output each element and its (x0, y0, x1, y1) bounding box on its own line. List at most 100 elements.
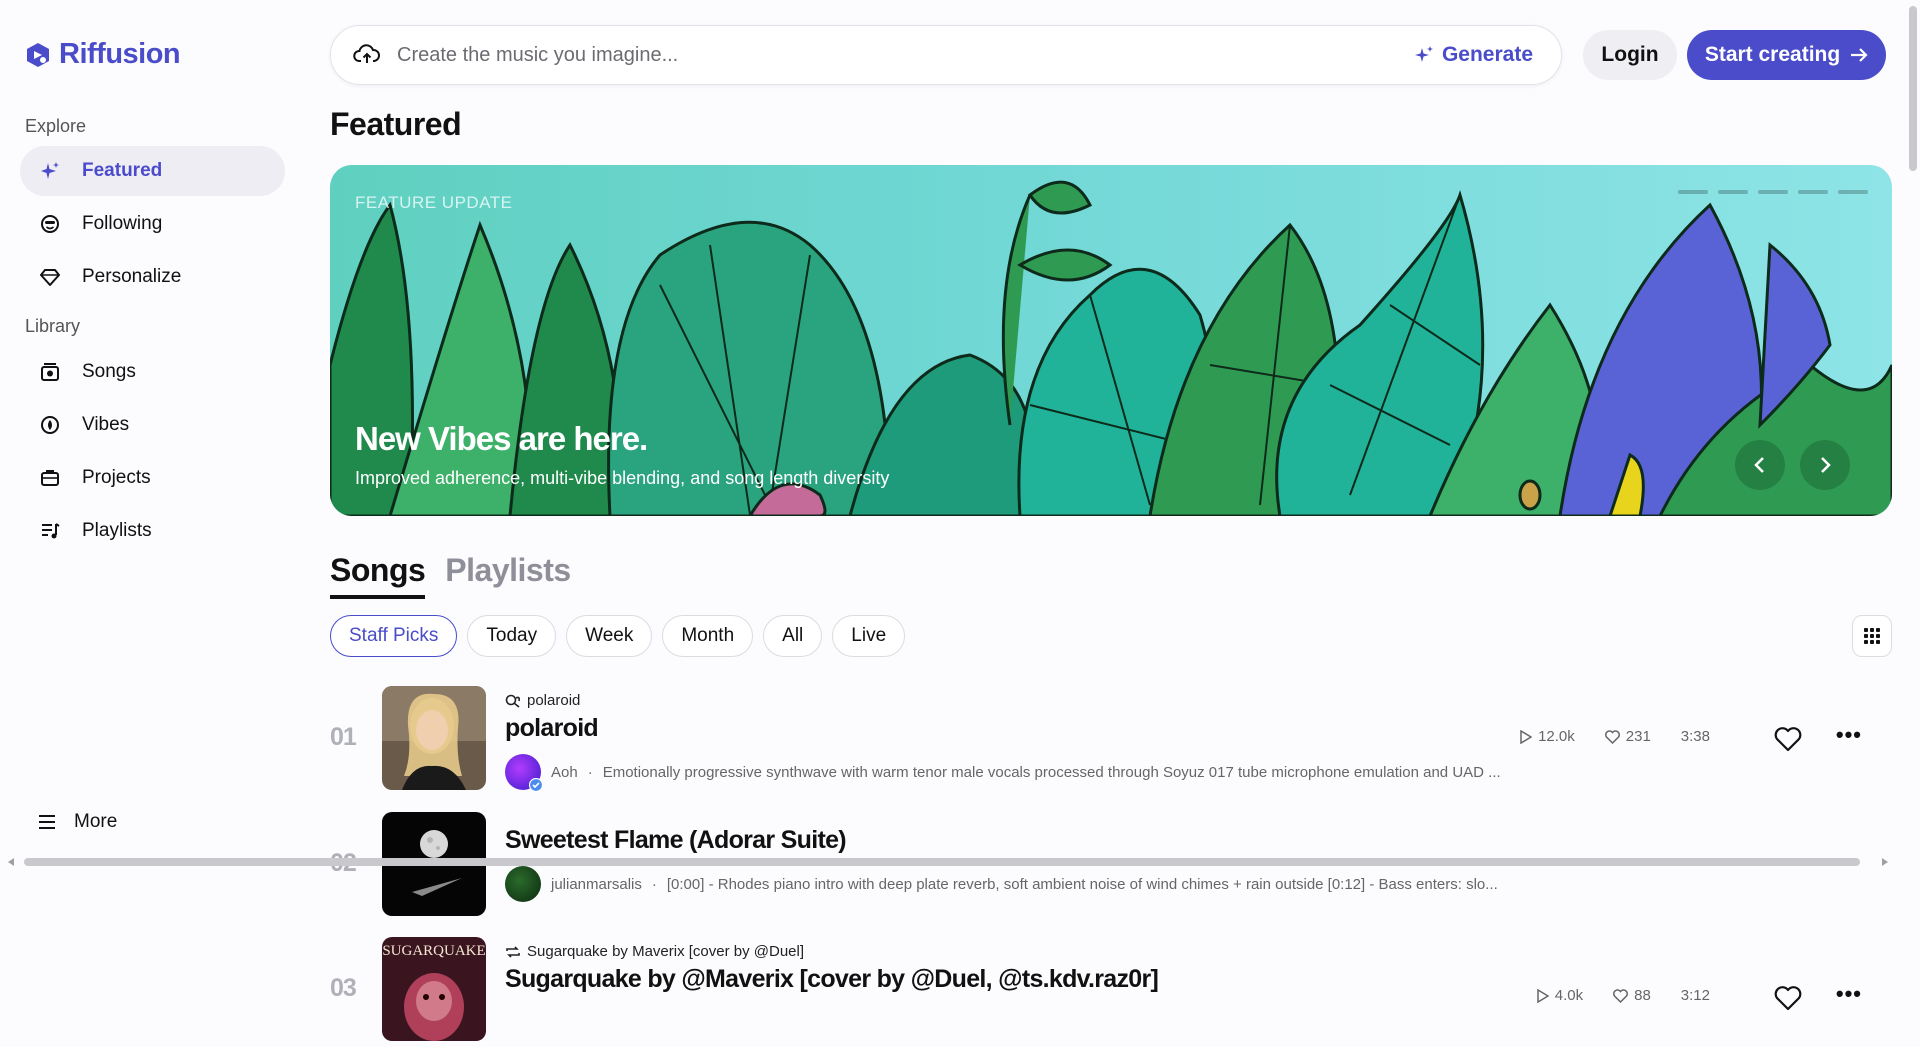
prompt-input[interactable] (395, 42, 1414, 68)
explore-label: Explore (25, 116, 87, 136)
artist-name[interactable]: julianmarsalis (551, 876, 642, 893)
sidebar-item-following[interactable]: Following (20, 199, 285, 249)
vertical-scrollbar[interactable] (1905, 0, 1920, 1000)
verified-badge-icon (529, 778, 543, 792)
tab-songs[interactable]: Songs (330, 552, 426, 599)
sidebar-item-label: Projects (82, 467, 151, 488)
more-options-icon[interactable]: ••• (1836, 722, 1862, 748)
song-title[interactable]: Sugarquake by @Maverix [cover by @Duel, … (505, 965, 1159, 994)
carousel-dot[interactable] (1718, 190, 1748, 194)
sidebar-item-label: Personalize (82, 266, 182, 287)
song-byline: Aoh · Emotionally progressive synthwave w… (505, 754, 1501, 792)
sidebar-item-label: Vibes (82, 414, 130, 435)
song-cover[interactable] (382, 686, 486, 790)
banner-title: New Vibes are here. (355, 420, 648, 457)
sidebar-item-label: Songs (82, 361, 136, 382)
remix-icon (505, 694, 520, 708)
like-button-heart-icon[interactable] (1774, 985, 1802, 1011)
sidebar: Riffusion Explore Featured Following Per… (0, 0, 310, 1000)
song-row[interactable]: 01 polaroid polaroid Aoh · Emotionally pr… (330, 686, 1890, 796)
song-stats: 12.0k 231 3:38 (1520, 728, 1710, 745)
carousel-next-button[interactable] (1800, 440, 1850, 490)
song-description: Emotionally progressive synthwave with w… (602, 763, 1501, 781)
filter-today[interactable]: Today (467, 615, 557, 657)
sidebar-item-label: Featured (82, 160, 163, 181)
grid-view-button[interactable] (1852, 615, 1892, 657)
song-rank: 03 (330, 974, 357, 1002)
horizontal-scrollbar[interactable] (0, 855, 1905, 869)
library-label: Library (25, 316, 81, 336)
smiley-icon (40, 214, 60, 234)
repost-icon (506, 945, 520, 958)
banner-illustration (330, 180, 1892, 516)
song-source[interactable]: Sugarquake by Maverix [cover by @Duel] (505, 943, 804, 960)
like-button-heart-icon[interactable] (1774, 726, 1802, 752)
cover-text: SUGARQUAKE (382, 943, 486, 959)
riffusion-logo-icon (27, 42, 49, 67)
disc-stack-icon (40, 362, 60, 382)
song-title[interactable]: Sweetest Flame (Adorar Suite) (505, 826, 847, 855)
folder-icon (40, 468, 60, 488)
content-tabs: Songs Playlists (330, 552, 571, 599)
sidebar-item-playlists[interactable]: Playlists (20, 506, 285, 556)
carousel-dot[interactable] (1678, 190, 1708, 194)
gem-icon (40, 267, 60, 287)
song-title[interactable]: polaroid (505, 714, 599, 743)
more-options-icon[interactable]: ••• (1836, 981, 1862, 1007)
play-icon (1520, 729, 1533, 744)
song-source[interactable]: polaroid (505, 692, 580, 709)
scrollbar-thumb[interactable] (24, 858, 1860, 866)
filter-live[interactable]: Live (832, 615, 906, 657)
song-row[interactable]: 03 SUGARQUAKE Sugarquake by Maverix [cov… (330, 937, 1890, 1047)
tab-playlists[interactable]: Playlists (445, 552, 571, 599)
chevron-left-icon (1754, 457, 1764, 473)
filter-month[interactable]: Month (662, 615, 754, 657)
artist-avatar[interactable] (505, 866, 541, 902)
filter-chips: Staff Picks Today Week Month All Live (330, 615, 906, 657)
scrollbar-thumb[interactable] (1909, 6, 1917, 171)
heart-icon (1613, 988, 1629, 1003)
sidebar-item-vibes[interactable]: Vibes (20, 400, 285, 450)
generate-label: Generate (1441, 43, 1533, 66)
filter-week[interactable]: Week (566, 615, 653, 657)
carousel-dot[interactable] (1798, 190, 1828, 194)
song-duration: 3:12 (1680, 987, 1710, 1004)
scroll-left-arrow-icon[interactable] (6, 857, 16, 867)
filter-all[interactable]: All (763, 615, 823, 657)
song-cover[interactable]: SUGARQUAKE (382, 937, 486, 1041)
song-description: [0:00] - Rhodes piano intro with deep pl… (666, 875, 1498, 893)
like-count: 88 (1613, 987, 1651, 1004)
carousel-dot[interactable] (1838, 190, 1868, 194)
logo[interactable]: Riffusion (25, 38, 181, 71)
featured-banner[interactable]: FEATURE UPDATE New Vibes are here. Impro… (330, 165, 1892, 516)
carousel-dot[interactable] (1758, 190, 1788, 194)
artist-avatar[interactable] (505, 754, 543, 792)
create-prompt-bar: Generate (330, 25, 1562, 85)
vibe-icon (40, 415, 60, 435)
heart-icon (1604, 729, 1620, 744)
cloud-upload-icon[interactable] (353, 41, 381, 69)
song-duration: 3:38 (1680, 728, 1710, 745)
play-count: 12.0k (1520, 728, 1575, 745)
sidebar-item-label: Following (82, 213, 163, 234)
carousel-prev-button[interactable] (1735, 440, 1785, 490)
scroll-right-arrow-icon[interactable] (1880, 857, 1890, 867)
filter-staff-picks[interactable]: Staff Picks (330, 615, 458, 657)
artist-name[interactable]: Aoh (551, 764, 578, 781)
arrow-right-icon (1851, 48, 1868, 62)
start-creating-button[interactable]: Start creating (1687, 30, 1886, 80)
sidebar-item-featured[interactable]: Featured (20, 146, 285, 196)
login-button[interactable]: Login (1583, 30, 1677, 80)
sidebar-item-personalize[interactable]: Personalize (20, 252, 285, 302)
generate-button[interactable]: Generate (1414, 43, 1533, 67)
song-source-label: Sugarquake by Maverix [cover by @Duel] (527, 943, 805, 960)
song-stats: 4.0k 88 3:12 (1537, 987, 1710, 1004)
playlist-icon (40, 521, 60, 541)
play-count: 4.0k (1537, 987, 1583, 1004)
more-button[interactable]: More (38, 811, 117, 833)
more-label: More (74, 811, 118, 832)
sidebar-item-projects[interactable]: Projects (20, 453, 285, 503)
song-source-label: polaroid (527, 692, 581, 709)
sparkle-icon (1414, 46, 1433, 62)
sidebar-item-songs[interactable]: Songs (20, 347, 285, 397)
